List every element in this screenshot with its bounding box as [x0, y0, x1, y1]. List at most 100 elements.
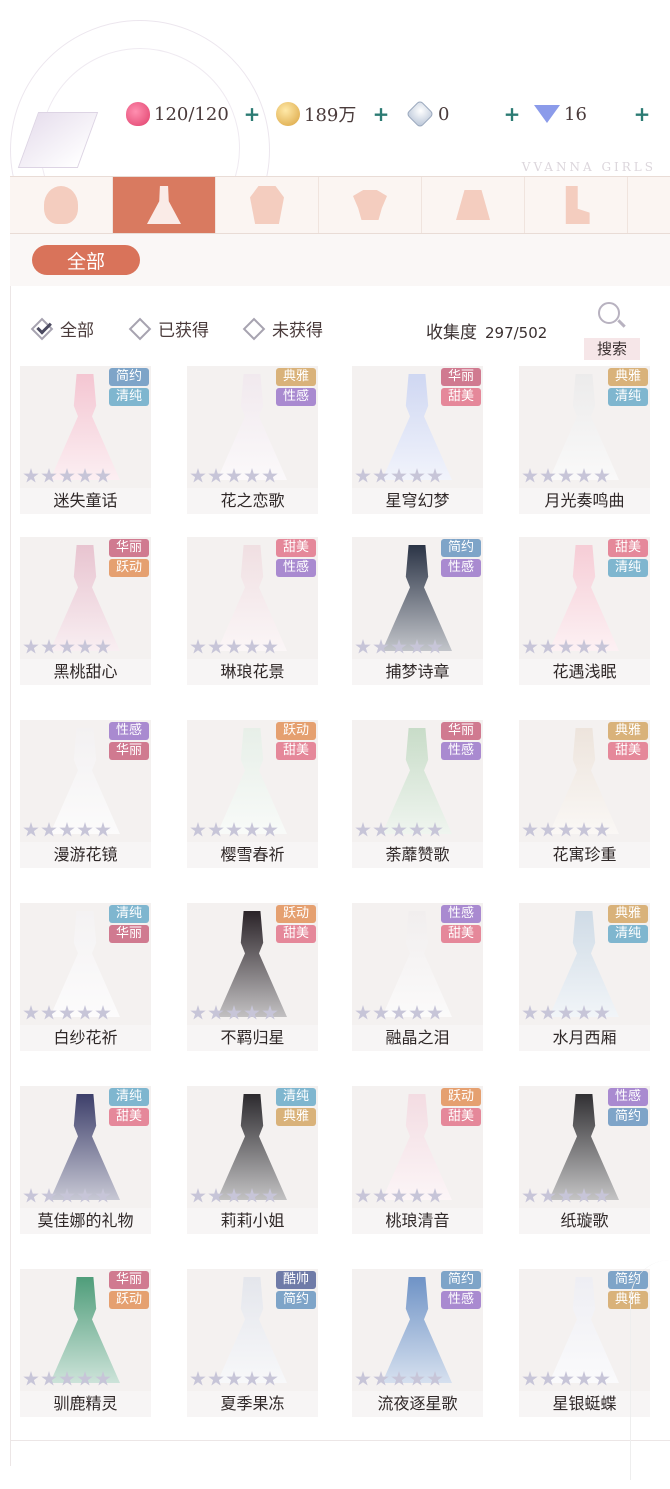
style-tag: 跃动	[441, 1088, 481, 1106]
style-tag: 简约	[441, 1271, 481, 1289]
outfit-name: 花寓珍重	[519, 842, 650, 868]
outfit-card[interactable]: 清纯 典雅 莉莉小姐	[187, 1086, 318, 1234]
search-button[interactable]: 搜索	[584, 302, 640, 360]
style-tag: 简约	[441, 539, 481, 557]
star-icon	[409, 1371, 425, 1386]
rarity-stars	[355, 822, 443, 838]
outfit-card[interactable]: 性感 甜美 融晶之泪	[352, 903, 483, 1051]
outfit-thumbnail: 典雅 清纯	[519, 366, 650, 488]
outfit-card[interactable]: 性感 简约 纸璇歌	[519, 1086, 650, 1234]
outfit-card[interactable]: 清纯 甜美 莫佳娜的礼物	[20, 1086, 151, 1234]
star-icon	[77, 468, 93, 483]
tab-dress[interactable]	[113, 177, 216, 233]
stamina-resource: 120/120	[126, 100, 229, 128]
outfit-card[interactable]: 跃动 甜美 樱雪春祈	[187, 720, 318, 868]
add-gold-button[interactable]: +	[371, 102, 391, 126]
filter-owned[interactable]: 已获得	[128, 316, 209, 341]
rarity-stars	[190, 1005, 278, 1021]
outfit-thumbnail: 甜美 清纯	[519, 537, 650, 659]
outfit-card[interactable]: 典雅 性感 花之恋歌	[187, 366, 318, 514]
rarity-stars	[23, 1371, 111, 1387]
star-icon	[77, 822, 93, 837]
add-diamond-button[interactable]: +	[632, 102, 652, 126]
outfit-card[interactable]: 华丽 跃动 驯鹿精灵	[20, 1269, 151, 1417]
rarity-stars	[355, 1371, 443, 1387]
outfit-name: 水月西厢	[519, 1025, 650, 1051]
star-icon	[226, 822, 242, 837]
outfit-thumbnail: 跃动 甜美	[187, 720, 318, 842]
outfit-card[interactable]: 性感 华丽 漫游花镜	[20, 720, 151, 868]
outfit-thumbnail: 性感 甜美	[352, 903, 483, 1025]
outfit-name: 驯鹿精灵	[20, 1391, 151, 1417]
style-tag: 清纯	[608, 925, 648, 943]
star-icon	[558, 468, 574, 483]
star-icon	[355, 639, 371, 654]
style-tag: 性感	[276, 559, 316, 577]
style-tag: 性感	[441, 559, 481, 577]
socks-icon	[565, 186, 590, 224]
rarity-stars	[522, 1005, 610, 1021]
outfit-card[interactable]: 简约 性感 捕梦诗章	[352, 537, 483, 685]
outfit-card[interactable]: 简约 性感 流夜逐星歌	[352, 1269, 483, 1417]
outfit-card[interactable]: 典雅 甜美 花寓珍重	[519, 720, 650, 868]
tab-skirt[interactable]	[422, 177, 525, 233]
diamond-icon	[534, 105, 560, 123]
outfit-card[interactable]: 甜美 清纯 花遇浅眠	[519, 537, 650, 685]
star-icon	[409, 468, 425, 483]
outfit-card[interactable]: 甜美 性感 琳琅花景	[187, 537, 318, 685]
subtab-all[interactable]: 全部	[32, 245, 140, 275]
add-stamina-button[interactable]: +	[242, 102, 262, 126]
star-icon	[190, 639, 206, 654]
gold-resource: 189万	[276, 100, 356, 128]
rarity-stars	[23, 1188, 111, 1204]
tab-socks[interactable]	[525, 177, 628, 233]
outfit-card[interactable]: 清纯 华丽 白纱花祈	[20, 903, 151, 1051]
star-icon	[558, 1188, 574, 1203]
star-icon	[244, 822, 260, 837]
tab-hair[interactable]	[10, 177, 113, 233]
star-icon	[594, 1005, 610, 1020]
style-tag: 跃动	[276, 905, 316, 923]
outfit-name: 黑桃甜心	[20, 659, 151, 685]
outfit-card[interactable]: 跃动 甜美 不羁归星	[187, 903, 318, 1051]
star-icon	[41, 822, 57, 837]
outfit-card[interactable]: 典雅 清纯 月光奏鸣曲	[519, 366, 650, 514]
style-tag: 华丽	[109, 925, 149, 943]
filter-label: 未获得	[272, 321, 323, 341]
outfit-card[interactable]: 华丽 跃动 黑桃甜心	[20, 537, 151, 685]
star-icon	[41, 1005, 57, 1020]
tab-coat[interactable]	[216, 177, 319, 233]
outfit-name: 白纱花祈	[20, 1025, 151, 1051]
skirt-icon	[456, 190, 490, 220]
tab-top[interactable]	[319, 177, 422, 233]
star-icon	[59, 1005, 75, 1020]
outfit-card[interactable]: 跃动 甜美 桃琅清音	[352, 1086, 483, 1234]
filter-not-owned[interactable]: 未获得	[242, 316, 323, 341]
filter-all[interactable]: 全部	[30, 316, 94, 341]
style-tag: 跃动	[276, 722, 316, 740]
outfit-card[interactable]: 酷帅 简约 夏季果冻	[187, 1269, 318, 1417]
style-tag: 典雅	[608, 905, 648, 923]
star-icon	[23, 822, 39, 837]
rarity-stars	[355, 1188, 443, 1204]
star-icon	[391, 822, 407, 837]
star-icon	[262, 639, 278, 654]
star-icon	[262, 1005, 278, 1020]
star-icon	[59, 1188, 75, 1203]
style-tag: 性感	[441, 742, 481, 760]
outfit-thumbnail: 简约 性感	[352, 537, 483, 659]
style-tag: 华丽	[109, 1271, 149, 1289]
star-icon	[522, 1005, 538, 1020]
outfit-card[interactable]: 简约 清纯 迷失童话	[20, 366, 151, 514]
add-crystal-button[interactable]: +	[502, 102, 522, 126]
star-icon	[59, 468, 75, 483]
outfit-thumbnail: 华丽 甜美	[352, 366, 483, 488]
outfit-card[interactable]: 典雅清纯水月西厢	[519, 903, 650, 1051]
star-icon	[95, 1371, 111, 1386]
outfit-card[interactable]: 华丽 性感 荼蘼赞歌	[352, 720, 483, 868]
star-icon	[522, 639, 538, 654]
star-icon	[77, 1188, 93, 1203]
star-icon	[391, 468, 407, 483]
star-icon	[262, 468, 278, 483]
outfit-card[interactable]: 华丽 甜美 星穹幻梦	[352, 366, 483, 514]
